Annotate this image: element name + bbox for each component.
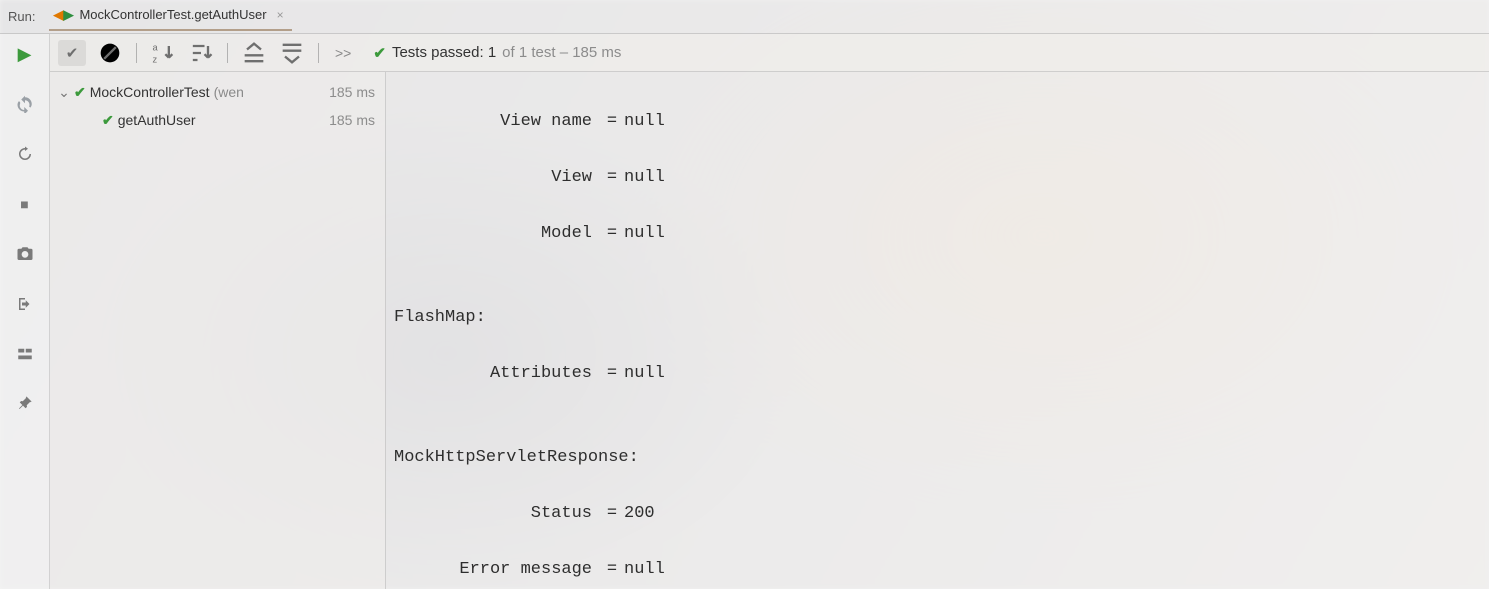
kv-value: null <box>624 164 1485 192</box>
kv-key: Status <box>390 500 600 528</box>
pin-icon[interactable] <box>13 392 37 416</box>
run-tab-title: MockControllerTest.getAuthUser <box>79 7 266 22</box>
kv-key: Attributes <box>390 360 600 388</box>
close-icon[interactable]: × <box>277 8 284 22</box>
test-method-name: getAuthUser <box>118 112 196 128</box>
status-passed: Tests passed: 1 <box>392 44 496 61</box>
check-icon: ✔ <box>102 112 114 129</box>
toolbar-more-button[interactable]: >> <box>331 45 355 61</box>
toolbar-separator <box>136 43 137 63</box>
show-passed-button[interactable]: ✔ <box>58 40 86 66</box>
console-output[interactable]: View name=null View=null Model=null Flas… <box>386 72 1489 589</box>
kv-value: null <box>624 220 1485 248</box>
sort-duration-button[interactable] <box>187 40 215 66</box>
kv-value: 200 <box>624 500 1485 528</box>
toolbar-separator <box>318 43 319 63</box>
kv-key: Error message <box>390 556 600 584</box>
exit-button[interactable] <box>13 292 37 316</box>
left-gutter: ▶ ■ <box>0 34 50 589</box>
dump-icon[interactable] <box>13 242 37 266</box>
collapse-all-button[interactable] <box>278 40 306 66</box>
test-config-icon: ◀▶ <box>53 7 73 23</box>
kv-key: View name <box>390 108 600 136</box>
test-toolbar: ✔ az >> <box>50 34 1489 72</box>
stop-button[interactable]: ■ <box>13 192 37 216</box>
kv-key: View <box>390 164 600 192</box>
toggle-auto-test-button[interactable] <box>13 142 37 166</box>
test-class-name: MockControllerTest <box>90 84 210 100</box>
test-method-node[interactable]: ✔ getAuthUser 185 ms <box>50 106 385 134</box>
section-header: FlashMap: <box>390 304 1485 332</box>
sort-alpha-button[interactable]: az <box>149 40 177 66</box>
show-ignored-button[interactable] <box>96 40 124 66</box>
kv-value: null <box>624 556 1485 584</box>
kv-value: null <box>624 360 1485 388</box>
kv-value: null <box>624 108 1485 136</box>
test-class-time: 185 ms <box>329 84 375 100</box>
run-button[interactable]: ▶ <box>13 42 37 66</box>
layout-button[interactable] <box>13 342 37 366</box>
section-header: MockHttpServletResponse: <box>390 444 1485 472</box>
test-tree[interactable]: ⌄ ✔ MockControllerTest (wen 185 ms ✔ get… <box>50 72 386 589</box>
chevron-down-icon[interactable]: ⌄ <box>56 84 72 101</box>
check-icon: ✔ <box>74 84 86 101</box>
run-tabbar: Run: ◀▶ MockControllerTest.getAuthUser × <box>0 0 1489 34</box>
kv-key: Model <box>390 220 600 248</box>
svg-text:z: z <box>153 54 158 64</box>
svg-text:a: a <box>153 42 159 52</box>
check-icon: ✔ <box>373 44 386 62</box>
test-class-node[interactable]: ⌄ ✔ MockControllerTest (wen 185 ms <box>50 78 385 106</box>
test-status: ✔ Tests passed: 1 of 1 test – 185 ms <box>373 44 621 62</box>
rerun-failed-button[interactable] <box>13 92 37 116</box>
run-tab[interactable]: ◀▶ MockControllerTest.getAuthUser × <box>49 3 291 31</box>
center-column: ✔ az >> <box>50 34 1489 589</box>
expand-all-button[interactable] <box>240 40 268 66</box>
run-tool-window: Run: ◀▶ MockControllerTest.getAuthUser ×… <box>0 0 1489 589</box>
main-area: ▶ ■ ✔ <box>0 34 1489 589</box>
run-label: Run: <box>8 9 35 24</box>
toolbar-separator <box>227 43 228 63</box>
test-class-extra: (wen <box>214 84 244 100</box>
results-body: ⌄ ✔ MockControllerTest (wen 185 ms ✔ get… <box>50 72 1489 589</box>
test-method-time: 185 ms <box>329 112 375 128</box>
status-total: of 1 test – 185 ms <box>502 44 621 61</box>
